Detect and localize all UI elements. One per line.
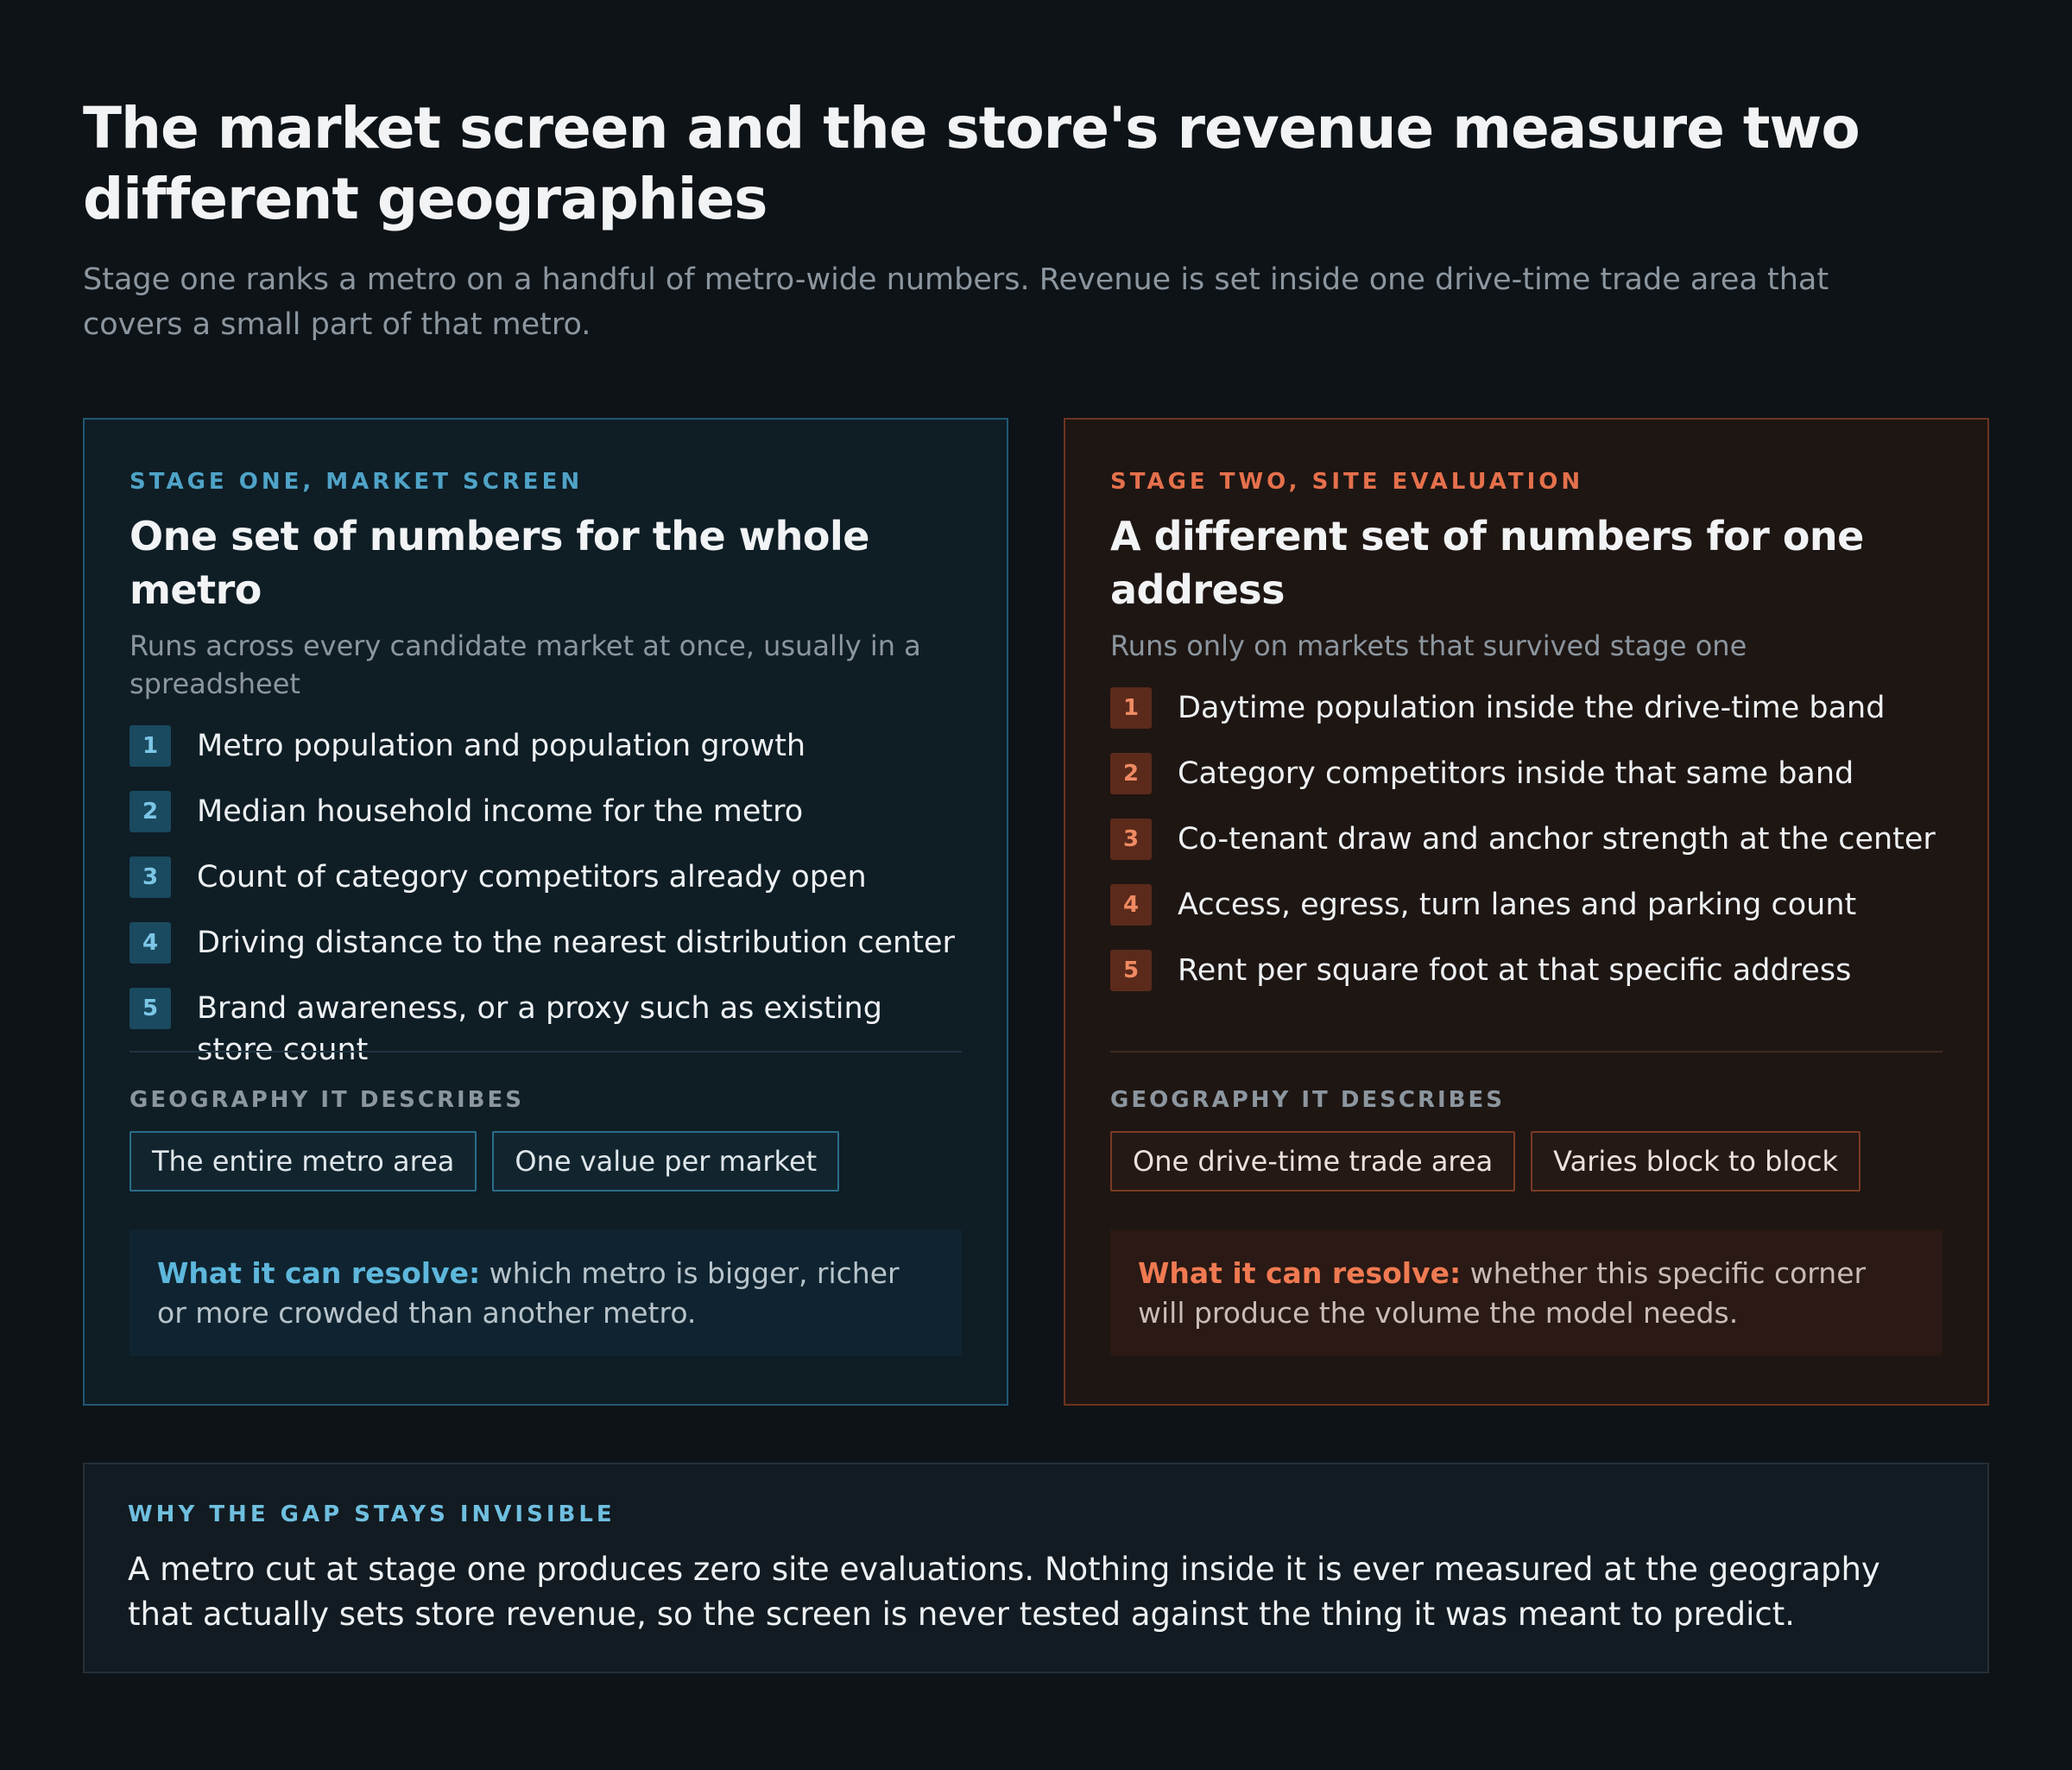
item-number-badge: 2 xyxy=(130,791,171,832)
item-text: Access, egress, turn lanes and parking c… xyxy=(1178,888,1857,922)
item-number-badge: 1 xyxy=(1110,687,1152,729)
resolve-callout: What it can resolve: whether this specif… xyxy=(1110,1230,1942,1356)
item-number-badge: 2 xyxy=(1110,753,1152,794)
item-number-badge: 4 xyxy=(1110,884,1152,926)
item-text: Metro population and population growth xyxy=(197,729,806,763)
list-item: 4 Driving distance to the nearest distri… xyxy=(130,922,962,964)
geography-chip: One value per market xyxy=(492,1131,840,1192)
resolve-lead: What it can resolve: xyxy=(157,1256,481,1290)
page-title: The market screen and the store's revenu… xyxy=(83,95,1860,232)
geography-label: GEOGRAPHY IT DESCRIBES xyxy=(130,1087,524,1113)
why-gap-panel: WHY THE GAP STAYS INVISIBLE A metro cut … xyxy=(83,1463,1989,1673)
item-number-badge: 3 xyxy=(1110,819,1152,860)
item-number-badge: 5 xyxy=(130,988,171,1029)
item-number-badge: 3 xyxy=(130,857,171,898)
divider xyxy=(130,1051,962,1053)
item-text: Rent per square foot at that specific ad… xyxy=(1178,953,1852,988)
why-gap-text: A metro cut at stage one produces zero s… xyxy=(128,1551,1880,1633)
divider xyxy=(1110,1051,1942,1053)
item-number-badge: 5 xyxy=(1110,950,1152,991)
item-text: Category competitors inside that same ba… xyxy=(1178,756,1854,791)
list-item: 2 Median household income for the metro xyxy=(130,791,962,832)
stage-one-eyebrow: STAGE ONE, MARKET SCREEN xyxy=(130,469,584,495)
list-item: 1 Metro population and population growth xyxy=(130,725,962,767)
geography-chips: One drive-time trade area Varies block t… xyxy=(1110,1131,1876,1192)
stage-one-title: One set of numbers for the whole metro xyxy=(130,513,870,613)
stage-two-list: 1 Daytime population inside the drive-ti… xyxy=(1110,687,1942,991)
list-item: 2 Category competitors inside that same … xyxy=(1110,753,1942,794)
item-text: Daytime population inside the drive-time… xyxy=(1178,691,1886,725)
stage-one-card: STAGE ONE, MARKET SCREEN One set of numb… xyxy=(83,418,1008,1406)
stage-two-subtitle: Runs only on markets that survived stage… xyxy=(1110,629,1747,662)
item-number-badge: 4 xyxy=(130,922,171,964)
geography-label: GEOGRAPHY IT DESCRIBES xyxy=(1110,1087,1505,1113)
list-item: 1 Daytime population inside the drive-ti… xyxy=(1110,687,1942,729)
item-text: Brand awareness, or a proxy such as exis… xyxy=(197,991,882,1067)
list-item: 3 Count of category competitors already … xyxy=(130,857,962,898)
list-item: 5 Rent per square foot at that specific … xyxy=(1110,950,1942,991)
why-gap-eyebrow: WHY THE GAP STAYS INVISIBLE xyxy=(128,1501,616,1527)
item-text: Median household income for the metro xyxy=(197,794,804,829)
item-number-badge: 1 xyxy=(130,725,171,767)
list-item: 3 Co-tenant draw and anchor strength at … xyxy=(1110,819,1942,860)
geography-chip: One drive-time trade area xyxy=(1110,1131,1516,1192)
stage-two-title: A different set of numbers for one addre… xyxy=(1110,513,1864,613)
geography-chip: The entire metro area xyxy=(130,1131,477,1192)
resolve-lead: What it can resolve: xyxy=(1138,1256,1462,1290)
resolve-callout: What it can resolve: which metro is bigg… xyxy=(130,1230,962,1356)
stage-one-list: 1 Metro population and population growth… xyxy=(130,725,962,1071)
item-text: Co-tenant draw and anchor strength at th… xyxy=(1178,822,1936,857)
page-subtitle: Stage one ranks a metro on a handful of … xyxy=(83,262,1829,342)
stage-one-subtitle: Runs across every candidate market at on… xyxy=(130,629,921,700)
stage-two-card: STAGE TWO, SITE EVALUATION A different s… xyxy=(1064,418,1989,1406)
geography-chips: The entire metro area One value per mark… xyxy=(130,1131,855,1192)
list-item: 4 Access, egress, turn lanes and parking… xyxy=(1110,884,1942,926)
list-item: 5 Brand awareness, or a proxy such as ex… xyxy=(130,988,962,1071)
item-text: Count of category competitors already op… xyxy=(197,860,867,894)
item-text: Driving distance to the nearest distribu… xyxy=(197,926,955,960)
stage-two-eyebrow: STAGE TWO, SITE EVALUATION xyxy=(1110,469,1584,495)
geography-chip: Varies block to block xyxy=(1531,1131,1861,1192)
